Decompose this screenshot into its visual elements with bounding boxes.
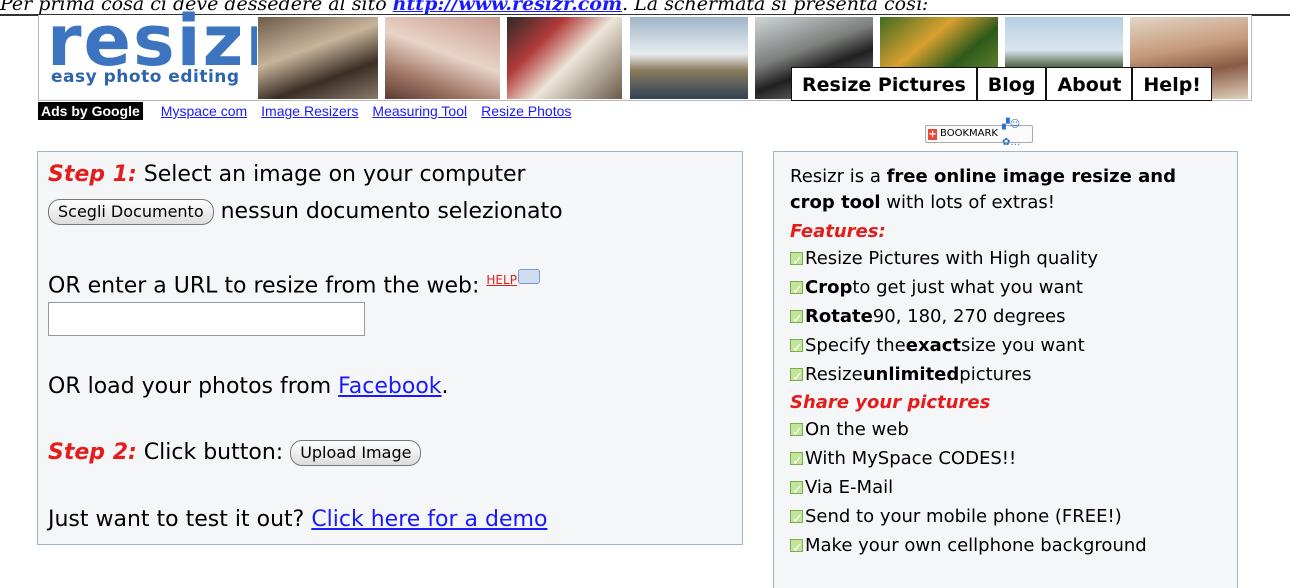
feature-post: Resize Pictures with High quality xyxy=(805,248,1098,269)
choose-file-button[interactable]: Scegli Documento xyxy=(48,199,214,225)
share-text: On the web xyxy=(805,419,909,440)
ad-link-image-resizers[interactable]: Image Resizers xyxy=(261,103,358,119)
bookmark-button[interactable]: + BOOKMARK ▞☺✿… xyxy=(925,119,1033,148)
google-ads-bar: Ads by Google Myspace com Image Resizers… xyxy=(38,101,585,121)
ads-by-google-badge[interactable]: Ads by Google xyxy=(38,102,143,120)
bookmark-label: BOOKMARK xyxy=(940,128,998,139)
step2-label: Step 2: xyxy=(48,440,137,465)
share-text: Make your own cellphone background xyxy=(805,535,1147,556)
share-item: Via E-Mail xyxy=(790,473,1237,505)
intro-pre: Resizr is a xyxy=(790,166,887,187)
share-item: On the web xyxy=(790,415,1237,447)
step2-row: Step 2: Click button: Upload Image xyxy=(48,440,422,466)
feature-pre: Resize xyxy=(805,364,863,385)
features-list: Resize Pictures with High quality Crop to… xyxy=(790,244,1237,392)
checkmark-icon xyxy=(790,305,803,334)
feature-post: to get just what you want xyxy=(852,277,1083,298)
checkmark-icon xyxy=(790,276,803,305)
upload-panel: Step 1: Select an image on your computer… xyxy=(37,151,743,545)
checkmark-icon xyxy=(790,247,803,276)
url-input[interactable] xyxy=(48,302,365,336)
help-bubble-icon[interactable] xyxy=(517,269,540,284)
share-title: Share your pictures xyxy=(790,392,991,413)
feature-item: Crop to get just what you want xyxy=(790,273,1237,305)
intro-text: Resizr is a free online image resize and… xyxy=(790,164,1237,216)
checkmark-icon xyxy=(790,418,803,447)
step1-row: Step 1: Select an image on your computer xyxy=(48,162,526,187)
header-photo-ship xyxy=(629,16,749,100)
url-row: OR enter a URL to resize from the web: H… xyxy=(48,269,540,298)
header-photo-baby xyxy=(384,16,501,100)
features-title: Features: xyxy=(790,221,886,242)
feature-item: Resize unlimited pictures xyxy=(790,360,1237,392)
feature-post: 90, 180, 270 degrees xyxy=(872,306,1066,327)
intro-post: with lots of extras! xyxy=(880,192,1055,213)
share-text: Via E-Mail xyxy=(805,477,894,498)
nav-blog[interactable]: Blog xyxy=(978,68,1048,100)
nav-resize-pictures[interactable]: Resize Pictures xyxy=(792,68,978,100)
site-header: resizr easy photo editing Resize Picture… xyxy=(38,1,1252,101)
feature-bold: Crop xyxy=(805,277,853,298)
feature-item: Resize Pictures with High quality xyxy=(790,244,1237,276)
resizr-url-link[interactable]: http://www.resizr.com xyxy=(393,0,622,15)
feature-pre: Specify the xyxy=(805,335,906,356)
step2-text: Click button: xyxy=(136,440,291,465)
share-text: With MySpace CODES!! xyxy=(805,448,1017,469)
feature-post: pictures xyxy=(959,364,1032,385)
feature-bold: unlimited xyxy=(862,364,960,385)
step1-text: Select an image on your computer xyxy=(136,162,526,187)
feature-post: size you want xyxy=(961,335,1085,356)
ad-link-myspace[interactable]: Myspace com xyxy=(161,103,247,119)
feature-item: Rotate 90, 180, 270 degrees xyxy=(790,302,1237,334)
social-icons: ▞☺✿… xyxy=(1002,119,1021,148)
share-item: With MySpace CODES!! xyxy=(790,444,1237,476)
help-link[interactable]: HELP xyxy=(486,273,517,287)
main-nav: Resize Pictures Blog About Help! xyxy=(791,67,1212,101)
facebook-prompt: OR load your photos from xyxy=(48,374,339,399)
logo-tagline: easy photo editing xyxy=(51,67,240,87)
facebook-period: . xyxy=(441,374,449,399)
checkmark-icon xyxy=(790,334,803,363)
checkmark-icon xyxy=(790,505,803,534)
demo-row: Just want to test it out? Click here for… xyxy=(48,507,547,532)
header-photo-magazine xyxy=(506,16,623,100)
checkmark-icon xyxy=(790,363,803,392)
demo-link[interactable]: Click here for a demo xyxy=(311,507,547,532)
resizr-logo[interactable]: resizr easy photo editing xyxy=(47,1,287,95)
feature-bold: Rotate xyxy=(805,306,873,327)
checkmark-icon xyxy=(790,534,803,563)
upload-image-button[interactable]: Upload Image xyxy=(290,440,422,466)
checkmark-icon xyxy=(790,447,803,476)
caption-rest: . La schermata si presenta così: xyxy=(622,0,929,15)
share-item: Make your own cellphone background xyxy=(790,531,1237,563)
feature-bold: exact xyxy=(905,335,962,356)
features-panel: Resizr is a free online image resize and… xyxy=(773,151,1238,588)
share-item: Send to your mobile phone (FREE!) xyxy=(790,502,1237,534)
ad-link-resize-photos[interactable]: Resize Photos xyxy=(481,103,571,119)
demo-prompt: Just want to test it out? xyxy=(48,507,312,532)
facebook-link[interactable]: Facebook xyxy=(338,374,441,399)
nav-help[interactable]: Help! xyxy=(1133,68,1211,100)
nav-about[interactable]: About xyxy=(1047,68,1134,100)
feature-item: Specify the exact size you want xyxy=(790,331,1237,363)
share-text: Send to your mobile phone (FREE!) xyxy=(805,506,1122,527)
plus-icon: + xyxy=(928,128,938,140)
no-file-text: nessun documento selezionato xyxy=(213,199,563,224)
url-prompt: OR enter a URL to resize from the web: xyxy=(48,273,487,299)
step1-label: Step 1: xyxy=(48,162,137,187)
file-chooser-row: Scegli Documento nessun documento selezi… xyxy=(48,199,563,225)
header-photo-pug xyxy=(257,16,379,100)
share-list: On the web With MySpace CODES!! Via E-Mail… xyxy=(790,415,1237,563)
ad-link-measuring-tool[interactable]: Measuring Tool xyxy=(372,103,467,119)
checkmark-icon xyxy=(790,476,803,505)
facebook-row: OR load your photos from Facebook. xyxy=(48,374,449,399)
